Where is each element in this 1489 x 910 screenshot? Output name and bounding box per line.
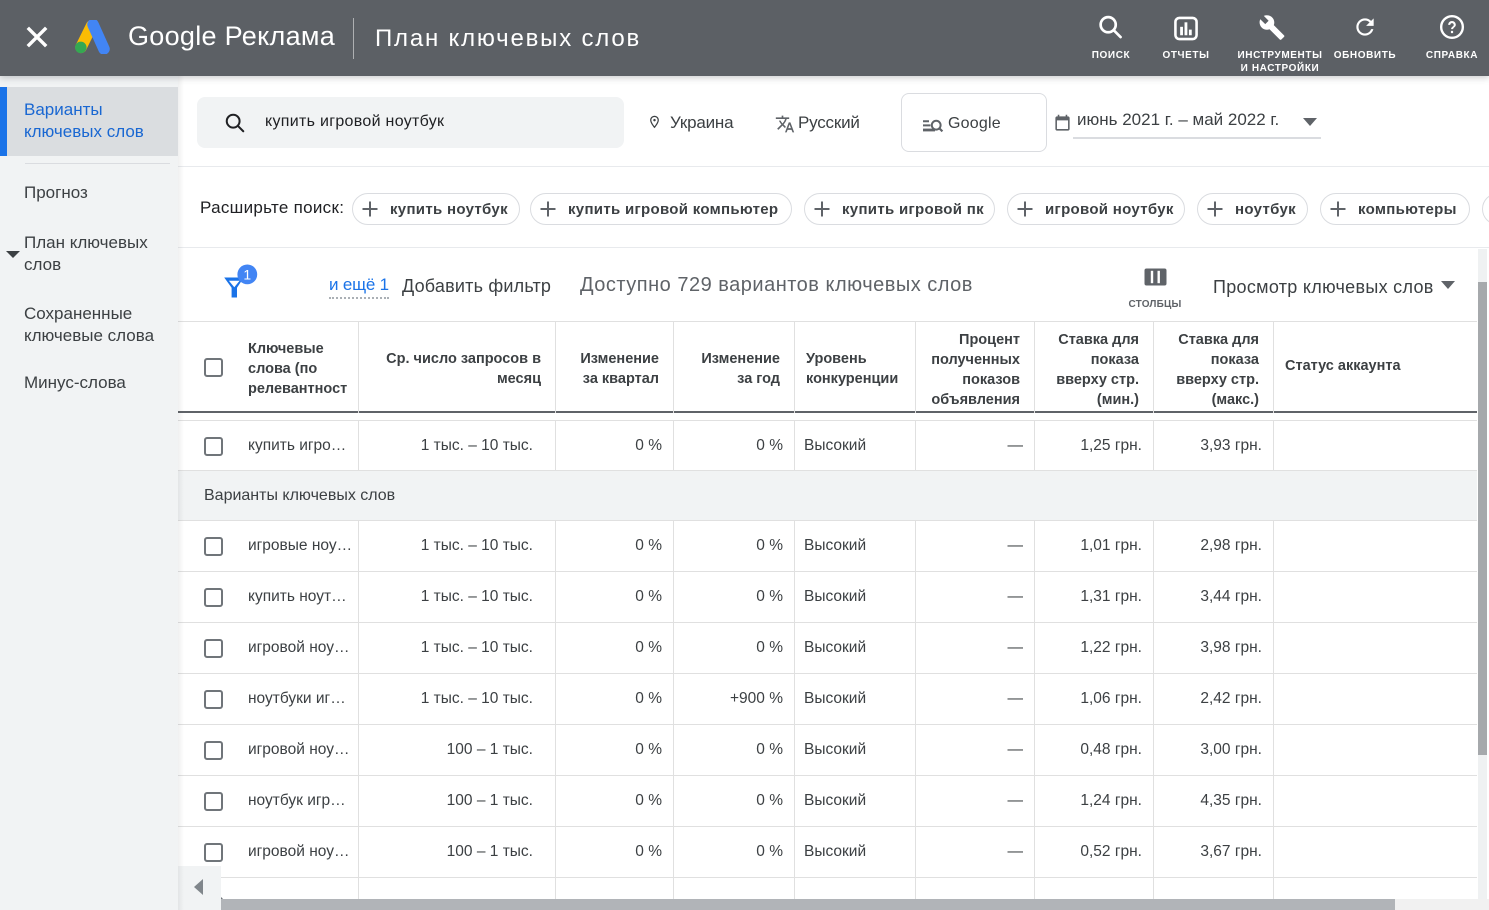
svg-text:1: 1 [243,266,251,282]
